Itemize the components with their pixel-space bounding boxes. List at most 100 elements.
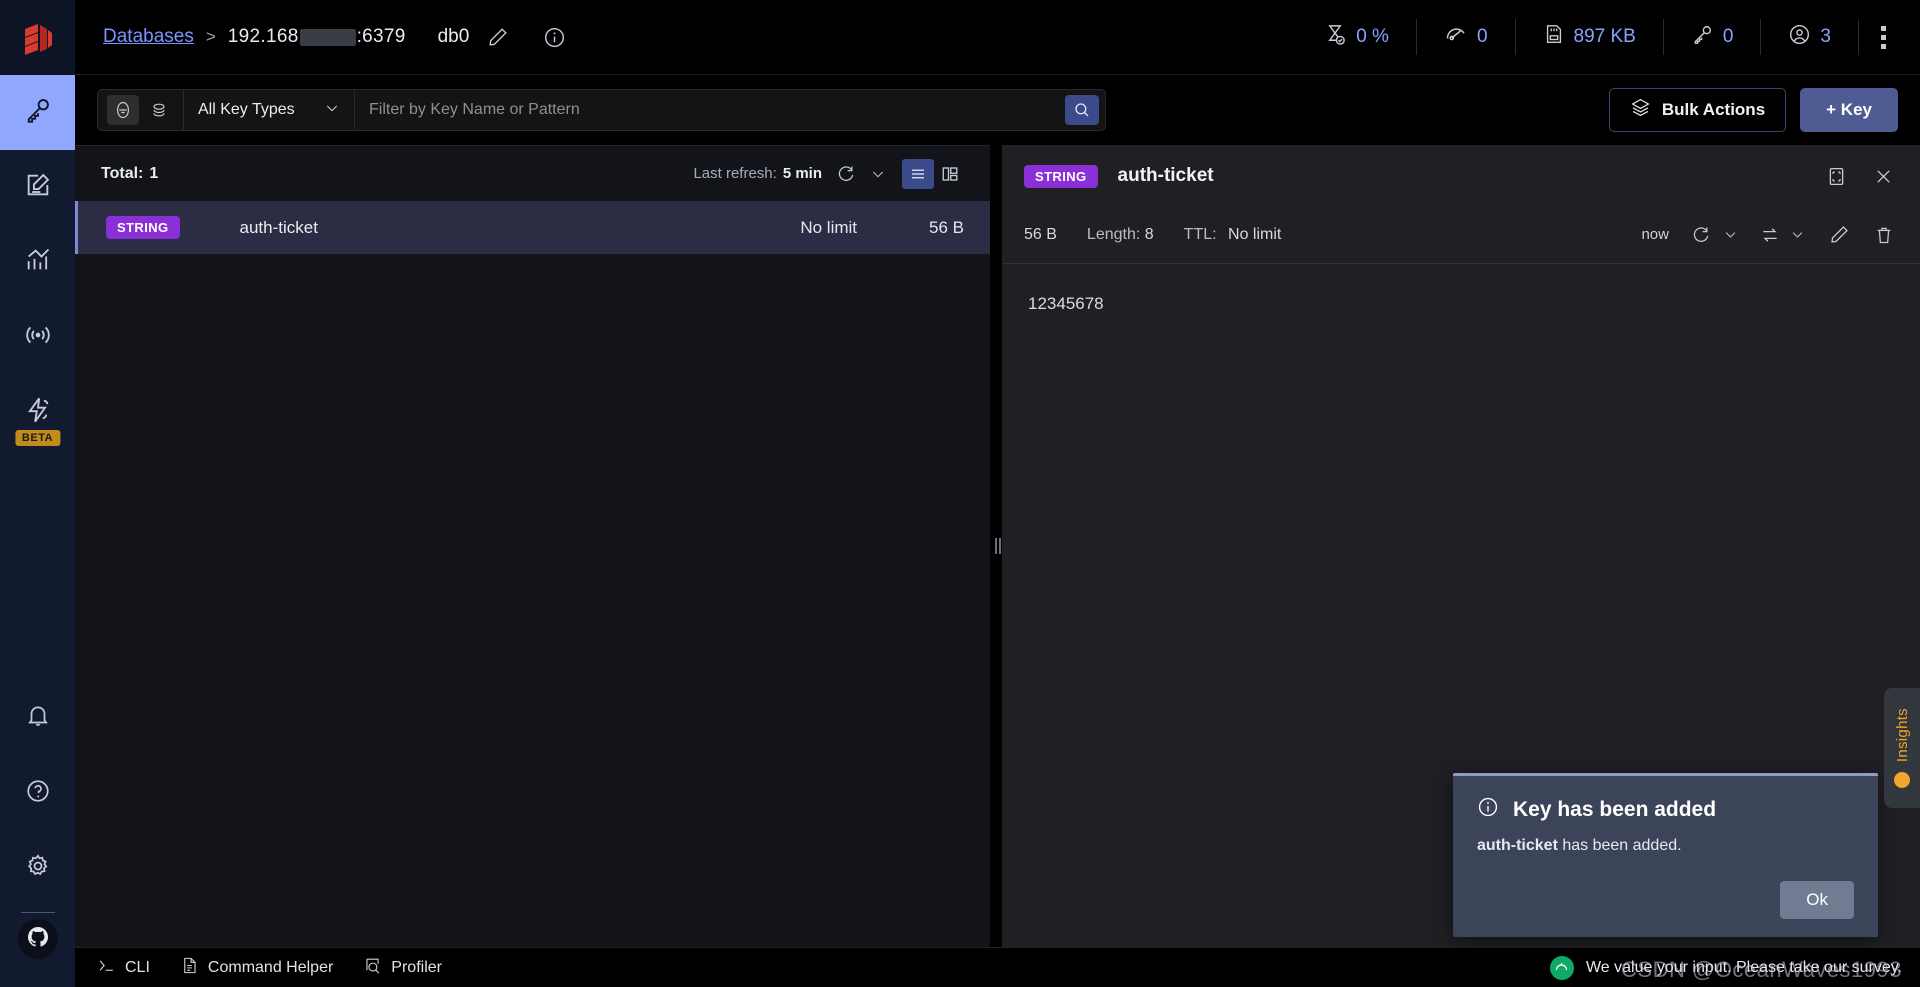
profiler-button[interactable]: Profiler [363, 956, 442, 980]
stat-memory-used[interactable]: 897 KB [1516, 19, 1663, 55]
edit-document-icon [24, 171, 52, 204]
breadcrumb: Databases > 192.168 :6379 db0 [103, 26, 566, 49]
toast-title: Key has been added [1513, 798, 1717, 821]
details-ttl-value[interactable]: No limit [1228, 226, 1281, 243]
sidebar-item-notifications[interactable] [0, 681, 75, 756]
filter-search-group: All Key Types [97, 89, 1106, 131]
search-icon[interactable] [1064, 95, 1099, 125]
cli-button[interactable]: CLI [97, 956, 150, 980]
toast-message-key: auth-ticket [1477, 837, 1558, 854]
redis-insight-app: BETA Databases > 192.168:6379 db0 0 % 0… [0, 0, 1920, 987]
details-length: Length: 8 [1087, 226, 1154, 244]
last-refresh-value: 5 min [782, 165, 822, 182]
host-suffix: :6379 [356, 26, 406, 47]
bar-chart-icon [24, 246, 52, 279]
breadcrumb-databases-link[interactable]: Databases [103, 26, 194, 48]
host-prefix: 192.168 [227, 26, 299, 47]
list-view-icon[interactable] [902, 158, 934, 189]
bulk-actions-label: Bulk Actions [1661, 100, 1766, 119]
sidebar-item-triggers-and-functions[interactable]: BETA [0, 375, 75, 450]
survey-banner[interactable]: We value your input. Please take our sur… [1549, 955, 1902, 980]
view-toggle [902, 158, 966, 189]
database-index-label: db0 [437, 26, 470, 47]
host-masked-segment [299, 28, 356, 46]
stat-commands-per-second[interactable]: 0 [1417, 19, 1515, 55]
layers-icon [1630, 97, 1651, 123]
stat-clients-value: 3 [1820, 26, 1831, 47]
stat-cpu[interactable]: 0 % [1297, 19, 1416, 55]
command-helper-button[interactable]: Command Helper [180, 956, 333, 980]
sidebar-item-workbench[interactable] [0, 150, 75, 225]
format-chevron-down-icon[interactable] [1790, 227, 1805, 242]
hourglass-check-icon [1324, 23, 1347, 52]
kebab-menu-icon[interactable] [1859, 25, 1898, 49]
panel-resize-handle[interactable] [990, 145, 1002, 947]
speedometer-icon [1444, 22, 1468, 52]
refresh-icon[interactable] [1691, 225, 1711, 245]
close-icon[interactable] [1873, 166, 1894, 187]
stat-connected-clients[interactable]: 3 [1761, 19, 1858, 55]
details-length-value: 8 [1144, 225, 1154, 243]
stat-cpu-value: 0 % [1356, 26, 1389, 47]
info-circle-icon [1477, 796, 1499, 824]
lightbulb-icon [1894, 772, 1910, 789]
stat-memory-value: 897 KB [1573, 26, 1636, 47]
toast-actions: Ok [1477, 881, 1854, 919]
breadcrumb-separator: > [205, 27, 216, 46]
total-value: 1 [149, 164, 159, 182]
toast-message: auth-ticket has been added. [1477, 837, 1854, 855]
trash-icon[interactable] [1874, 225, 1894, 245]
pencil-icon[interactable] [1829, 224, 1850, 245]
profiler-label: Profiler [391, 958, 442, 976]
details-refresh-time: now [1641, 226, 1669, 243]
key-type-badge: STRING [106, 216, 180, 239]
lightning-icon [24, 396, 52, 429]
key-added-toast: Key has been added auth-ticket has been … [1453, 773, 1878, 937]
sidebar-item-analysis-tools[interactable] [0, 225, 75, 300]
github-icon [26, 925, 50, 954]
profiler-search-icon [363, 956, 382, 980]
stat-keys-value: 0 [1722, 26, 1734, 47]
key-details-meta: 56 B Length: 8 TTL: No limit now [1002, 206, 1920, 264]
sidebar-item-settings[interactable] [0, 831, 75, 906]
survey-text: We value your input. Please take our sur… [1585, 958, 1902, 976]
refresh-chevron-down-icon[interactable] [1723, 227, 1738, 242]
filter-mode-icons [98, 95, 183, 125]
survey-icon [1549, 955, 1574, 980]
add-key-button[interactable]: + Key [1800, 88, 1898, 132]
command-helper-label: Command Helper [207, 958, 334, 976]
user-circle-icon [1788, 23, 1811, 52]
stat-total-keys[interactable]: 0 [1664, 19, 1761, 55]
chevron-down-icon [324, 100, 340, 121]
search-wrapper [355, 90, 1105, 130]
filter-icon[interactable] [107, 95, 139, 125]
pencil-icon[interactable] [487, 26, 509, 48]
swap-format-icon[interactable] [1760, 225, 1780, 245]
expand-icon[interactable] [1826, 166, 1847, 187]
info-circle-icon[interactable] [543, 26, 566, 49]
sidebar-item-pub-sub[interactable] [0, 300, 75, 375]
refresh-icon[interactable] [836, 164, 856, 184]
redis-logo[interactable] [0, 0, 75, 75]
sidebar-divider [20, 912, 55, 913]
insights-tab[interactable]: Insights [1884, 688, 1920, 808]
sidebar-item-github[interactable] [17, 919, 58, 959]
details-ttl: TTL: No limit [1184, 226, 1282, 244]
sidebar-item-help[interactable] [0, 756, 75, 831]
table-row[interactable]: STRING auth-ticket No limit 56 B [75, 201, 990, 254]
key-details-header: STRING auth-ticket [1002, 146, 1920, 206]
key-icon [24, 96, 52, 129]
filter-toolbar: All Key Types Bulk Acti [75, 75, 1920, 145]
search-input[interactable] [355, 90, 1065, 130]
question-circle-icon [25, 778, 51, 809]
bulk-actions-button[interactable]: Bulk Actions [1608, 88, 1787, 132]
sidebar-item-browser[interactable] [0, 75, 75, 150]
left-sidebar: BETA [0, 0, 75, 987]
tree-view-icon[interactable] [934, 159, 966, 189]
layers-scan-icon[interactable] [143, 95, 175, 125]
details-type-badge: STRING [1024, 164, 1098, 188]
key-type-select[interactable]: All Key Types [184, 90, 354, 130]
refresh-chevron-down-icon[interactable] [870, 166, 886, 182]
toast-ok-button[interactable]: Ok [1780, 881, 1854, 919]
details-ttl-label: TTL: [1183, 225, 1217, 243]
